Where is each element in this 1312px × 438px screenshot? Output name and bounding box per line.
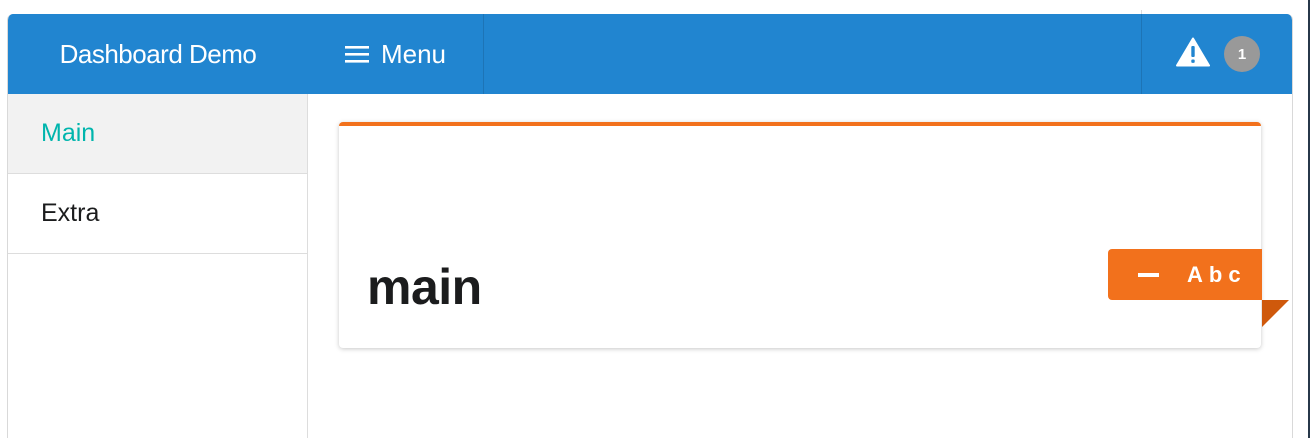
alerts-button[interactable]: 1 [1141,14,1292,94]
sidebar-item-label: Extra [41,199,100,227]
dashboard-app: Dashboard Demo Menu 1 Main Extra main Ab… [7,14,1293,438]
hamburger-icon [344,44,369,64]
minus-icon [1138,272,1159,277]
sidebar: Main Extra [8,94,308,438]
sidebar-item-extra[interactable]: Extra [8,174,307,254]
collapse-ribbon-button[interactable]: Abc [1108,249,1262,300]
card-heading: main [367,259,482,315]
ribbon-label: Abc [1187,261,1247,287]
menu-button[interactable]: Menu [308,14,484,94]
sidebar-item-main[interactable]: Main [8,94,307,174]
top-navbar: Dashboard Demo Menu 1 [8,14,1292,94]
menu-label: Menu [380,38,447,69]
main-content: main Abc [308,94,1292,438]
ribbon-fold [1262,300,1289,327]
window-edge [1308,0,1310,438]
sidebar-item-label: Main [41,119,96,147]
brand-title[interactable]: Dashboard Demo [8,14,308,94]
main-card: main [339,122,1261,348]
warning-icon [1176,37,1210,72]
alert-count-badge: 1 [1224,36,1260,72]
screen: Dashboard Demo Menu 1 Main Extra main Ab… [0,0,1312,438]
